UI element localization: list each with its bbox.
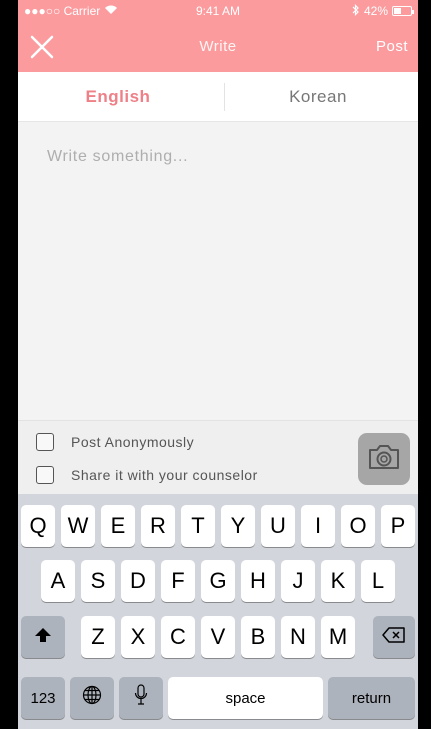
camera-icon	[367, 443, 401, 476]
page-title: Write	[199, 38, 237, 55]
key-w[interactable]: W	[61, 505, 95, 547]
anonymous-label: Post Anonymously	[71, 434, 195, 450]
key-z[interactable]: Z	[81, 616, 115, 658]
key-m[interactable]: M	[321, 616, 355, 658]
language-tabs: English Korean	[18, 72, 418, 122]
globe-icon	[82, 685, 102, 711]
key-g[interactable]: G	[201, 560, 235, 602]
key-h[interactable]: H	[241, 560, 275, 602]
key-q[interactable]: Q	[21, 505, 55, 547]
key-t[interactable]: T	[181, 505, 215, 547]
clock: 9:41 AM	[195, 4, 241, 18]
key-o[interactable]: O	[341, 505, 375, 547]
counselor-option[interactable]: Share it with your counselor	[36, 466, 258, 484]
microphone-icon	[134, 684, 148, 712]
key-s[interactable]: S	[81, 560, 115, 602]
status-bar: ●●●○○ Carrier 9:41 AM 42%	[18, 0, 418, 22]
numbers-key[interactable]: 123	[21, 677, 65, 719]
key-a[interactable]: A	[41, 560, 75, 602]
counselor-label: Share it with your counselor	[71, 467, 258, 483]
compose-area[interactable]: Write something...	[18, 122, 418, 420]
anonymous-option[interactable]: Post Anonymously	[36, 433, 194, 451]
post-button[interactable]: Post	[376, 38, 408, 55]
tab-divider	[224, 83, 225, 111]
dictation-key[interactable]	[119, 677, 163, 719]
shift-icon	[34, 624, 52, 650]
post-options: Post Anonymously Share it with your coun…	[18, 420, 418, 494]
backspace-icon	[382, 624, 406, 650]
key-v[interactable]: V	[201, 616, 235, 658]
key-u[interactable]: U	[261, 505, 295, 547]
anonymous-checkbox[interactable]	[36, 433, 54, 451]
shift-key[interactable]	[21, 616, 65, 658]
return-key[interactable]: return	[328, 677, 415, 719]
counselor-checkbox[interactable]	[36, 466, 54, 484]
key-n[interactable]: N	[281, 616, 315, 658]
compose-placeholder: Write something...	[47, 148, 189, 165]
delete-key[interactable]	[373, 616, 415, 658]
key-k[interactable]: K	[321, 560, 355, 602]
battery-icon	[392, 6, 414, 16]
key-c[interactable]: C	[161, 616, 195, 658]
tab-korean[interactable]: Korean	[218, 72, 418, 121]
key-f[interactable]: F	[161, 560, 195, 602]
key-x[interactable]: X	[121, 616, 155, 658]
key-i[interactable]: I	[301, 505, 335, 547]
phone-screen: ●●●○○ Carrier 9:41 AM 42% Write Post Eng…	[18, 0, 418, 729]
key-l[interactable]: L	[361, 560, 395, 602]
camera-button[interactable]	[358, 433, 410, 485]
space-key[interactable]: space	[168, 677, 323, 719]
key-d[interactable]: D	[121, 560, 155, 602]
key-p[interactable]: P	[381, 505, 415, 547]
key-e[interactable]: E	[101, 505, 135, 547]
key-y[interactable]: Y	[221, 505, 255, 547]
key-b[interactable]: B	[241, 616, 275, 658]
globe-key[interactable]	[70, 677, 114, 719]
key-j[interactable]: J	[281, 560, 315, 602]
keyboard: QWERTYUIOP ASDFGHJKL ZXCVBNM 123 space r…	[18, 494, 418, 729]
nav-bar: Write Post	[18, 22, 418, 72]
tab-english[interactable]: English	[18, 72, 218, 121]
key-r[interactable]: R	[141, 505, 175, 547]
